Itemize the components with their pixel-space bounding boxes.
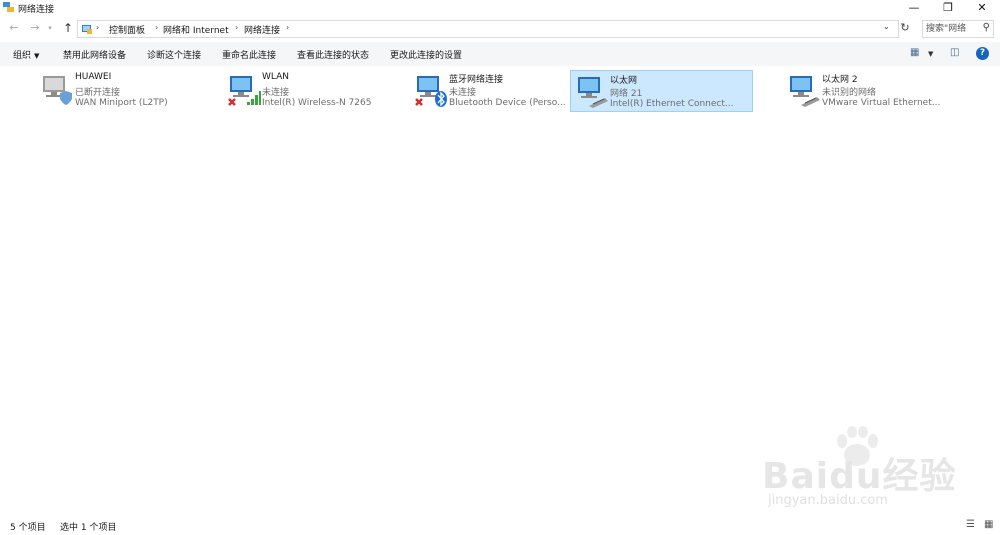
forward-arrow-icon[interactable]: → bbox=[28, 21, 42, 35]
connection-item-huawei[interactable]: HUAWEI 已断开连接 WAN Miniport (L2TP) bbox=[36, 70, 219, 112]
connection-status: 未连接 bbox=[262, 88, 290, 98]
chevron-down-icon: ▼ bbox=[34, 52, 40, 60]
breadcrumb-control-panel[interactable]: 控制面板 bbox=[109, 23, 145, 36]
refresh-icon[interactable]: ↻ bbox=[898, 21, 912, 37]
breadcrumb-separator-icon: › bbox=[155, 23, 159, 32]
connection-name: WLAN bbox=[262, 72, 290, 82]
search-icon[interactable]: ⚲ bbox=[983, 22, 990, 33]
connection-status: 未连接 bbox=[449, 88, 477, 98]
connection-name: HUAWEI bbox=[75, 72, 112, 82]
recent-locations-chevron-icon[interactable]: ▾ bbox=[45, 21, 55, 35]
connection-name: 以太网 bbox=[610, 76, 638, 86]
disable-device-button[interactable]: 禁用此网络设备 bbox=[63, 48, 126, 61]
navigation-bar: ← → ▾ ↑ › 控制面板 › 网络和 Internet › 网络连接 › ⌄… bbox=[0, 18, 1000, 40]
view-status-button[interactable]: 查看此连接的状态 bbox=[297, 48, 369, 61]
control-panel-icon bbox=[82, 25, 92, 34]
connection-status: 网络 21 bbox=[610, 89, 643, 99]
command-bar: 组织 ▼ 禁用此网络设备 诊断这个连接 重命名此连接 查看此连接的状态 更改此连接… bbox=[0, 42, 1000, 66]
back-arrow-icon[interactable]: ← bbox=[7, 21, 21, 35]
view-options-icon[interactable]: ▦ bbox=[910, 47, 919, 58]
baidu-jingyan-watermark: Baidu经验 jingyan.baidu.com bbox=[762, 425, 962, 515]
title-bar: 网络连接 — ❐ ✕ bbox=[0, 0, 1000, 16]
connection-name: 蓝牙网络连接 bbox=[449, 75, 504, 85]
status-bar: 5 个项目 选中 1 个项目 ☰ ▦ bbox=[0, 517, 1000, 535]
close-button[interactable]: ✕ bbox=[965, 0, 999, 16]
connection-item-bluetooth[interactable]: 蓝牙网络连接 未连接 Bluetooth Device (Perso... bbox=[410, 70, 593, 112]
diagnose-button[interactable]: 诊断这个连接 bbox=[147, 48, 201, 61]
address-bar[interactable]: › 控制面板 › 网络和 Internet › 网络连接 › ⌄ bbox=[77, 20, 899, 38]
large-icons-view-icon[interactable]: ▦ bbox=[984, 519, 993, 530]
connection-status: 已断开连接 bbox=[75, 88, 121, 98]
watermark-url: jingyan.baidu.com bbox=[768, 493, 888, 508]
connection-status: 未识别的网络 bbox=[822, 88, 877, 98]
connection-item-ethernet[interactable]: 以太网 网络 21 Intel(R) Ethernet Connect... bbox=[570, 70, 753, 112]
connection-device: Intel(R) Ethernet Connect... bbox=[610, 99, 734, 109]
breadcrumb-separator-icon: › bbox=[235, 23, 239, 32]
vpn-connection-icon bbox=[43, 76, 72, 105]
details-view-icon[interactable]: ☰ bbox=[966, 519, 975, 530]
rename-button[interactable]: 重命名此连接 bbox=[222, 48, 276, 61]
breadcrumb-separator-icon: › bbox=[286, 23, 290, 32]
wifi-adapter-icon bbox=[228, 76, 261, 106]
preview-pane-icon[interactable]: ◫ bbox=[950, 47, 959, 58]
minimize-button[interactable]: — bbox=[897, 0, 931, 16]
network-connections-icon bbox=[3, 2, 14, 12]
breadcrumb-separator-icon: › bbox=[96, 23, 100, 32]
selected-count: 选中 1 个项目 bbox=[60, 523, 117, 533]
connection-item-ethernet-2[interactable]: 以太网 2 未识别的网络 VMware Virtual Ethernet... bbox=[783, 70, 966, 112]
organize-menu[interactable]: 组织 ▼ bbox=[13, 48, 39, 61]
bluetooth-adapter-icon bbox=[415, 76, 447, 107]
view-options-chevron-icon[interactable]: ▼ bbox=[928, 50, 933, 58]
change-settings-button[interactable]: 更改此连接的设置 bbox=[390, 48, 462, 61]
help-icon[interactable]: ? bbox=[976, 47, 989, 60]
window-title: 网络连接 bbox=[18, 5, 55, 15]
connection-device: Bluetooth Device (Perso... bbox=[449, 98, 566, 108]
connection-name: 以太网 2 bbox=[822, 75, 858, 85]
restore-button[interactable]: ❐ bbox=[931, 0, 965, 16]
connection-device: VMware Virtual Ethernet... bbox=[822, 98, 941, 108]
item-count: 5 个项目 bbox=[10, 523, 46, 533]
breadcrumb-network-connections[interactable]: 网络连接 bbox=[244, 23, 280, 36]
organize-label: 组织 bbox=[13, 51, 32, 61]
connection-device: Intel(R) Wireless-N 7265 bbox=[262, 98, 372, 108]
ethernet-adapter-icon bbox=[578, 77, 608, 108]
watermark-brand: Baidu经验 bbox=[762, 456, 957, 497]
connection-item-wlan[interactable]: WLAN 未连接 Intel(R) Wireless-N 7265 bbox=[223, 70, 406, 112]
address-dropdown-chevron-icon[interactable]: ⌄ bbox=[883, 22, 890, 31]
ethernet-adapter-icon bbox=[790, 76, 820, 107]
breadcrumb-network-internet[interactable]: 网络和 Internet bbox=[163, 23, 229, 36]
connection-device: WAN Miniport (L2TP) bbox=[75, 98, 168, 108]
search-box[interactable]: ⚲ bbox=[922, 20, 994, 38]
up-arrow-icon[interactable]: ↑ bbox=[61, 21, 75, 35]
search-input[interactable] bbox=[926, 22, 976, 35]
